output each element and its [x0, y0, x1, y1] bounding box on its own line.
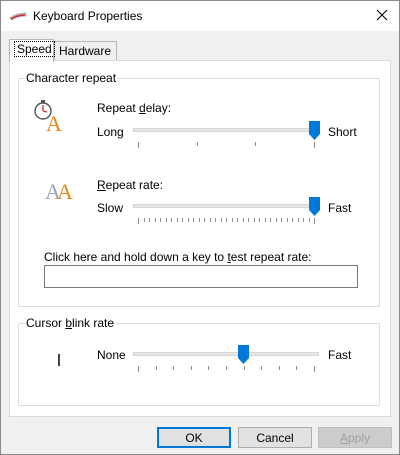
slider-tick: [215, 218, 216, 222]
window-title: Keyboard Properties: [33, 9, 143, 23]
slider-tick: [204, 218, 205, 222]
slider-tick: [309, 218, 310, 222]
slider-thumb[interactable]: [309, 197, 320, 216]
repeat-delay-max-label: Short: [328, 125, 357, 139]
repeat-rate-icon: A A: [45, 177, 81, 204]
slider-tick: [244, 366, 245, 370]
character-repeat-group: Character repeat A Repeat delay: Long Sh…: [18, 71, 380, 307]
slider-tick: [182, 218, 183, 222]
test-repeat-rate-field[interactable]: [44, 265, 358, 288]
test-repeat-rate-prompt: Click here and hold down a key to test r…: [44, 250, 312, 264]
slider-track[interactable]: [133, 128, 319, 132]
slider-tick: [149, 218, 150, 222]
slider-tick: [298, 218, 299, 222]
slider-tick: [188, 218, 189, 222]
slider-tick: [166, 218, 167, 222]
slider-thumb[interactable]: [309, 121, 320, 140]
tab-hardware-label: Hardware: [59, 44, 112, 58]
slider-tick: [191, 366, 192, 370]
character-repeat-label: Character repeat: [25, 71, 118, 85]
repeat-rate-slider[interactable]: [133, 197, 320, 224]
slider-tick: [314, 142, 315, 148]
slider-track[interactable]: [133, 204, 319, 208]
slider-tick: [155, 218, 156, 222]
repeat-rate-label: Repeat rate:: [97, 178, 164, 192]
slider-tick: [279, 366, 280, 370]
title-bar: Keyboard Properties: [1, 1, 399, 31]
slider-tick: [177, 218, 178, 222]
slider-tick: [171, 218, 172, 222]
slider-tick: [221, 218, 222, 222]
repeat-rate-min-label: Slow: [97, 201, 124, 215]
close-icon: [376, 9, 388, 24]
slider-tick: [138, 142, 139, 148]
repeat-delay-slider[interactable]: [133, 121, 320, 148]
cursor-blink-min-label: None: [97, 348, 126, 362]
apply-button[interactable]: Apply: [318, 427, 392, 448]
slider-tick: [156, 366, 157, 370]
slider-tick: [281, 218, 282, 222]
cursor-preview-icon: [58, 354, 60, 366]
repeat-rate-max-label: Fast: [328, 201, 352, 215]
slider-tick: [255, 142, 256, 146]
slider-tick: [265, 218, 266, 222]
keyboard-icon: [9, 10, 27, 22]
slider-ticks: [133, 218, 319, 224]
repeat-delay-label: Repeat delay:: [97, 101, 172, 115]
ok-button[interactable]: OK: [157, 427, 231, 448]
slider-tick: [276, 218, 277, 222]
cursor-blink-max-label: Fast: [328, 348, 352, 362]
slider-tick: [287, 218, 288, 222]
slider-ticks: [133, 142, 319, 148]
slider-ticks: [133, 366, 319, 372]
slider-tick: [296, 366, 297, 370]
slider-tick: [270, 218, 271, 222]
tab-speed[interactable]: Speed: [9, 39, 55, 62]
slider-tick: [160, 218, 161, 222]
keyboard-properties-window: Keyboard Properties Speed Hardware Chara…: [0, 0, 400, 455]
tab-speed-label: Speed: [14, 41, 55, 57]
slider-tick: [197, 142, 198, 146]
slider-tick: [199, 218, 200, 222]
slider-tick: [259, 218, 260, 222]
slider-tick: [226, 366, 227, 370]
slider-tick: [292, 218, 293, 222]
slider-tick: [254, 218, 255, 222]
slider-tick: [314, 366, 315, 372]
cursor-blink-rate-slider[interactable]: [133, 345, 319, 372]
slider-tick: [226, 218, 227, 222]
slider-tick: [208, 366, 209, 370]
slider-tick: [248, 218, 249, 222]
slider-tick: [232, 218, 233, 222]
cursor-blink-rate-label: Cursor blink rate: [25, 316, 116, 330]
slider-tick: [138, 218, 139, 224]
svg-text:A: A: [46, 111, 62, 133]
slider-tick: [314, 218, 315, 224]
slider-tick: [237, 218, 238, 222]
slider-thumb[interactable]: [238, 345, 249, 364]
slider-tick: [243, 218, 244, 222]
cancel-button[interactable]: Cancel: [238, 427, 312, 448]
speed-tab-panel: Character repeat A Repeat delay: Long Sh…: [9, 60, 391, 417]
slider-tick: [303, 218, 304, 222]
cursor-blink-rate-group: Cursor blink rate None Fast: [18, 316, 380, 406]
svg-text:A: A: [57, 179, 73, 203]
slider-tick: [138, 366, 139, 372]
tab-hardware[interactable]: Hardware: [54, 41, 117, 61]
slider-tick: [261, 366, 262, 370]
repeat-delay-icon: A: [33, 99, 63, 136]
slider-tick: [144, 218, 145, 222]
slider-tick: [173, 366, 174, 370]
slider-tick: [210, 218, 211, 222]
slider-tick: [193, 218, 194, 222]
repeat-delay-min-label: Long: [97, 125, 124, 139]
close-button[interactable]: [365, 1, 399, 31]
slider-track[interactable]: [133, 352, 319, 356]
